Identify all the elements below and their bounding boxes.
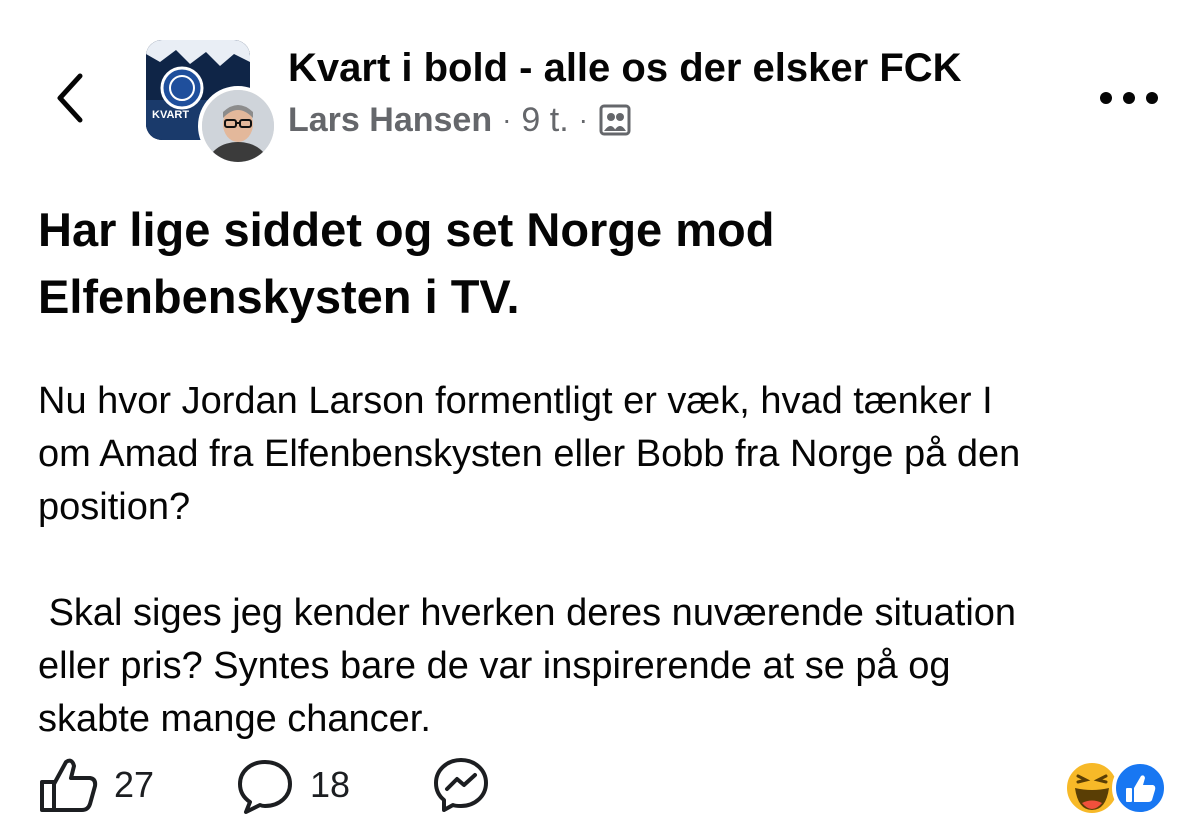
post-body: Nu hvor Jordan Larson formentligt er væk…: [38, 380, 1021, 740]
haha-reaction-icon: [1065, 761, 1119, 815]
post-meta: Lars Hansen · 9 t. ·: [288, 98, 632, 142]
like-button[interactable]: 27: [38, 750, 154, 820]
avatar[interactable]: [198, 86, 278, 166]
chevron-left-icon: [57, 73, 83, 123]
user-profile-photo: [202, 90, 274, 162]
more-options-button[interactable]: [1096, 84, 1162, 112]
author-name[interactable]: Lars Hansen: [288, 101, 492, 140]
meta-separator: ·: [578, 104, 588, 135]
like-count: 27: [114, 764, 155, 805]
comment-button[interactable]: 18: [234, 750, 350, 820]
svg-text:KVART: KVART: [152, 109, 189, 121]
reactions-summary[interactable]: [1062, 758, 1172, 818]
post-title: Har lige siddet og set Norge mod Elfenbe…: [38, 203, 775, 323]
more-horizontal-icon: [1100, 92, 1158, 104]
post-timestamp[interactable]: 9 t.: [521, 101, 568, 140]
action-bar: 27 18: [0, 750, 1200, 820]
share-button[interactable]: [430, 750, 492, 820]
messenger-icon: [434, 758, 488, 812]
comment-count: 18: [310, 764, 351, 805]
group-audience-icon: [598, 103, 632, 137]
back-button[interactable]: [48, 68, 92, 128]
meta-separator: ·: [502, 104, 512, 135]
thumbs-up-icon: [40, 758, 98, 812]
post-avatar[interactable]: KVART: [146, 40, 278, 166]
group-name[interactable]: Kvart i bold - alle os der elsker FCK: [288, 44, 962, 92]
like-reaction-icon: [1112, 760, 1168, 816]
comment-bubble-icon: [238, 760, 292, 814]
